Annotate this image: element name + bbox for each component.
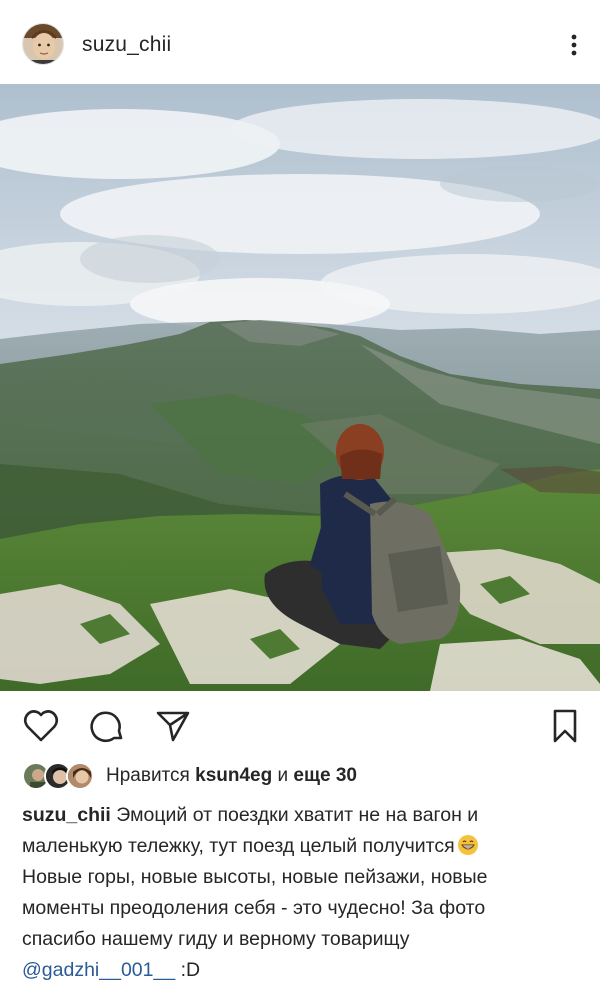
bookmark-icon[interactable]	[546, 707, 584, 745]
post-caption: suzu_chii Эмоций от поездки хватит не на…	[22, 800, 582, 986]
caption-line-4: моменты преодоления себя - это чудесно! …	[22, 897, 486, 919]
more-vertical-icon[interactable]	[562, 30, 586, 60]
caption-line-2: маленькую тележку, тут поезд целый получ…	[22, 835, 455, 857]
send-icon[interactable]	[154, 707, 192, 745]
likes-row[interactable]: Нравится ksun4eg и еще 30	[22, 762, 582, 792]
caption-mention[interactable]: @gadzhi__001__	[22, 959, 175, 981]
liker-username[interactable]: ksun4eg	[195, 765, 272, 786]
caption-line-1: Эмоций от поездки хватит не на вагон и	[116, 804, 479, 826]
caption-username[interactable]: suzu_chii	[22, 804, 111, 826]
likes-joiner: и	[277, 765, 289, 786]
likes-prefix: Нравится	[106, 765, 190, 786]
likes-more[interactable]: еще 30	[293, 765, 357, 786]
avatar	[66, 762, 94, 790]
caption-line-3: Новые горы, новые высоты, новые пейзажи,…	[22, 866, 488, 888]
post-photo[interactable]	[0, 84, 600, 691]
post-header: suzu_chii	[0, 0, 600, 88]
liker-avatars	[22, 762, 102, 790]
grinning-emoji-icon	[457, 834, 479, 856]
caption-suffix: :D	[175, 959, 201, 981]
post-actions	[0, 691, 600, 761]
heart-icon[interactable]	[22, 707, 60, 745]
caption-line-5: спасибо нашему гиду и верному товарищу	[22, 928, 410, 950]
comment-icon[interactable]	[88, 707, 126, 745]
profile-avatar[interactable]	[22, 23, 64, 65]
likes-summary: Нравится ksun4eg и еще 30	[106, 765, 357, 787]
post-username[interactable]: suzu_chii	[82, 33, 171, 57]
